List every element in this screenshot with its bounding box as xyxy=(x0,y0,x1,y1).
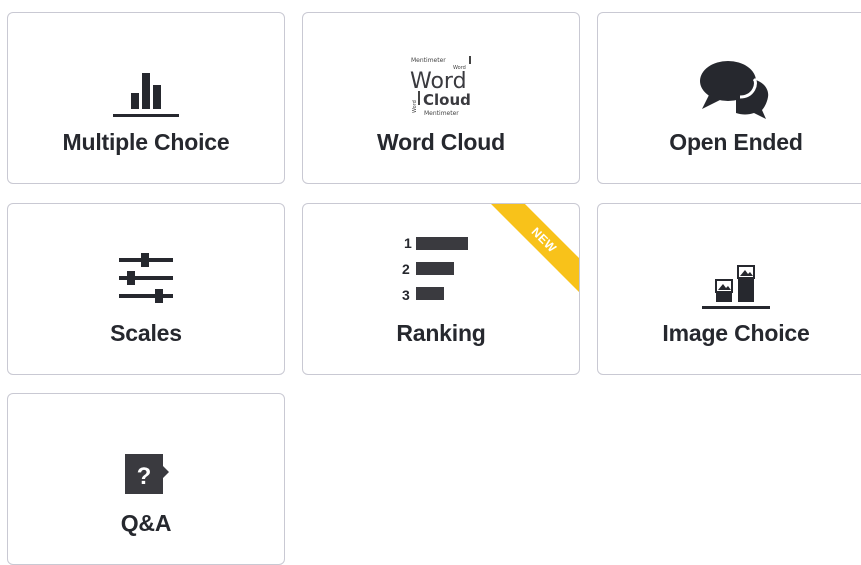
speech-bubbles-icon xyxy=(598,53,861,123)
bar-chart-icon xyxy=(8,53,284,123)
tile-multiple-choice[interactable]: Multiple Choice xyxy=(7,12,285,184)
tile-label: Q&A xyxy=(120,510,172,536)
wc-big-cloud: Cloud xyxy=(423,91,471,109)
tile-label: Scales xyxy=(110,320,182,346)
question-box-icon: ? xyxy=(8,434,284,504)
tile-image-choice[interactable]: Image Choice xyxy=(597,203,861,375)
tile-label: Image Choice xyxy=(662,320,810,346)
wc-small-side: Word xyxy=(412,100,418,113)
tile-scales[interactable]: Scales xyxy=(7,203,285,375)
rank-number-3: 3 xyxy=(402,287,410,303)
tile-qa[interactable]: ? Q&A xyxy=(7,393,285,565)
tile-label: Multiple Choice xyxy=(62,129,230,155)
wc-small-top: Mentimeter xyxy=(411,57,446,64)
rank-number-2: 2 xyxy=(402,261,410,277)
tile-open-ended[interactable]: Open Ended xyxy=(597,12,861,184)
sliders-icon xyxy=(8,244,284,314)
image-bar-icon xyxy=(598,244,861,314)
tile-label: Word Cloud xyxy=(377,129,505,155)
question-mark: ? xyxy=(137,463,152,490)
ranking-icon: 1 2 3 xyxy=(303,230,579,306)
tile-ranking[interactable]: NEW 1 2 3 Ranking xyxy=(302,203,580,375)
tile-word-cloud[interactable]: Mentimeter Word Word Cloud Mentimeter Wo… xyxy=(302,12,580,184)
wc-small-bottom: Mentimeter xyxy=(424,110,459,117)
rank-number-1: 1 xyxy=(404,235,412,251)
tile-label: Ranking xyxy=(396,320,486,346)
word-cloud-icon: Mentimeter Word Word Cloud Mentimeter Wo… xyxy=(303,43,579,123)
tile-label: Open Ended xyxy=(669,129,803,155)
